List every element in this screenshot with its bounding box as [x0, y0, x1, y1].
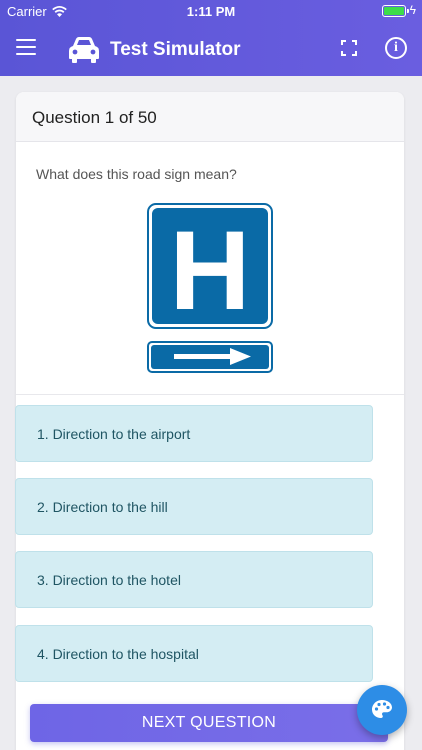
clock: 1:11 PM [186, 4, 236, 19]
hamburger-menu-icon[interactable] [16, 39, 36, 57]
fullscreen-icon[interactable] [340, 39, 358, 57]
battery-icon [382, 5, 409, 17]
theme-fab-button[interactable] [357, 685, 407, 735]
answer-option-2[interactable]: 2. Direction to the hill [15, 478, 373, 535]
nav-bar: Test Simulator i [0, 26, 422, 74]
palette-icon [372, 700, 392, 718]
question-text: What does this road sign mean? [36, 166, 237, 182]
status-bar: Carrier 1:11 PM ϟ [0, 0, 422, 22]
car-icon [69, 37, 99, 63]
divider [16, 394, 404, 395]
next-question-button[interactable]: NEXT QUESTION [30, 704, 388, 742]
page-title: Test Simulator [110, 39, 241, 60]
answer-option-3[interactable]: 3. Direction to the hotel [15, 551, 373, 608]
info-icon[interactable]: i [385, 37, 407, 59]
answer-option-4[interactable]: 4. Direction to the hospital [15, 625, 373, 682]
charging-icon: ϟ [409, 3, 416, 17]
question-counter: Question 1 of 50 [16, 92, 404, 142]
top-bar: Carrier 1:11 PM ϟ Test Simulator i [0, 0, 422, 76]
answer-option-1[interactable]: 1. Direction to the airport [15, 405, 373, 462]
hospital-road-sign-image: H [147, 203, 273, 373]
sign-letter: H [170, 208, 251, 333]
